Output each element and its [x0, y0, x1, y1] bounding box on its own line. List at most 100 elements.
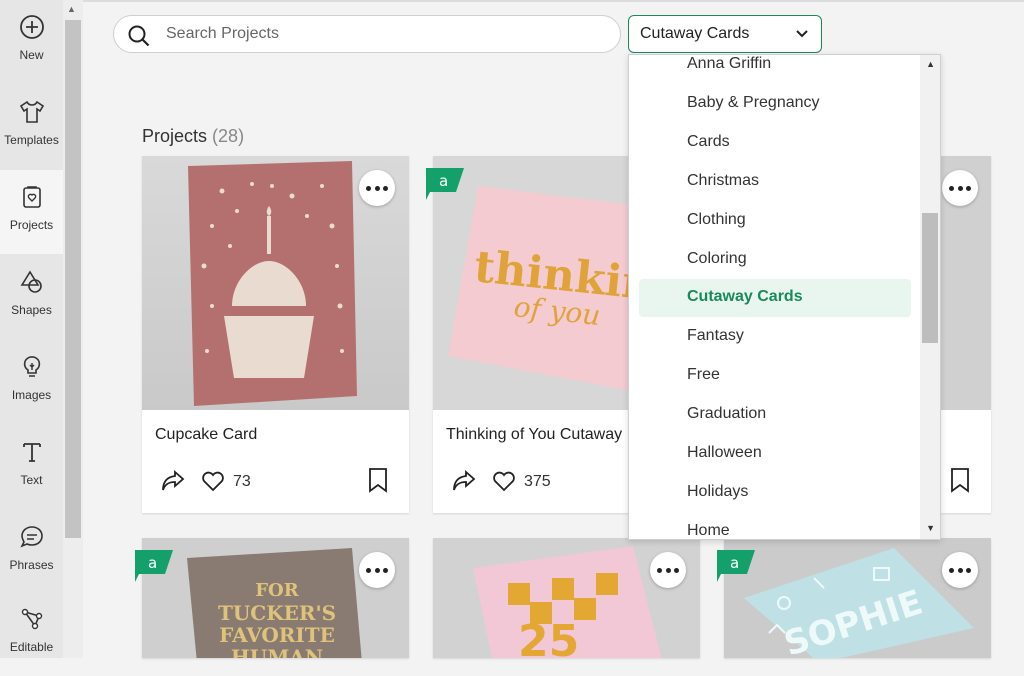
badge-icon: a — [135, 550, 173, 582]
shapes-icon — [20, 270, 42, 293]
category-option-label: Clothing — [687, 211, 746, 228]
text-label: Text — [20, 473, 43, 487]
chevron-down-icon — [796, 30, 808, 38]
category-option[interactable]: Free — [639, 357, 911, 395]
category-option-label: Cutaway Cards — [687, 288, 803, 305]
heart-icon[interactable] — [200, 469, 226, 493]
tucker-line-2: TUCKER'S — [218, 601, 336, 625]
category-option-label: Coloring — [687, 250, 747, 267]
dropdown-scrollbar-thumb[interactable] — [922, 213, 938, 343]
panel-scrollbar-thumb[interactable] — [65, 20, 81, 538]
projects-label: Projects — [9, 218, 54, 232]
category-option-label: Fantasy — [687, 327, 744, 344]
category-option-label: Cards — [687, 133, 730, 150]
heart-icon[interactable] — [491, 469, 517, 493]
category-option[interactable]: Baby & Pregnancy — [639, 85, 911, 123]
category-option[interactable]: Anna Griffin — [639, 55, 911, 84]
project-title[interactable]: Thinking of You Cutaway — [446, 426, 622, 444]
text-icon — [22, 443, 41, 462]
search-input[interactable] — [164, 24, 608, 44]
speech-bubble-icon — [19, 526, 43, 548]
projects-icon — [22, 186, 41, 208]
scroll-down-arrow-icon[interactable]: ▼ — [926, 523, 935, 533]
projects-button[interactable]: Projects — [0, 170, 63, 254]
more-options-button[interactable] — [359, 552, 395, 588]
scroll-up-arrow-icon[interactable]: ▲ — [926, 59, 935, 69]
project-title[interactable]: Cupcake Card — [155, 426, 257, 444]
more-options-button[interactable] — [942, 552, 978, 588]
projects-count: (28) — [212, 126, 245, 146]
badge-letter: a — [148, 554, 157, 572]
category-option-label: Free — [687, 366, 720, 383]
category-option[interactable]: Clothing — [639, 202, 911, 240]
bookmark-icon[interactable] — [949, 467, 971, 493]
like-count: 375 — [524, 473, 551, 490]
panel-scroll-up-icon[interactable]: ▲ — [67, 4, 76, 14]
search-icon — [128, 25, 150, 47]
category-option-label: Home — [687, 522, 730, 539]
more-options-button[interactable] — [359, 170, 395, 206]
bookmark-icon[interactable] — [367, 467, 389, 493]
new-label: New — [19, 48, 44, 62]
badge-icon: a — [717, 550, 755, 582]
more-options-button[interactable] — [650, 552, 686, 588]
more-options-button[interactable] — [942, 170, 978, 206]
plus-circle-icon — [19, 15, 44, 39]
new-button[interactable]: New — [0, 0, 63, 84]
badge-letter: a — [439, 172, 448, 190]
tucker-line-3: FAVORITE — [219, 623, 335, 647]
badge-icon: a — [426, 168, 464, 200]
project-card[interactable]: FOR TUCKER'S FAVORITE HUMAN a — [135, 538, 409, 658]
tucker-line-1: FOR — [255, 580, 299, 601]
shapes-label: Shapes — [11, 303, 52, 317]
lightbulb-icon — [23, 356, 40, 377]
phrases-button[interactable]: Phrases — [0, 510, 63, 594]
share-icon[interactable] — [160, 469, 186, 493]
category-option[interactable]: Fantasy — [639, 318, 911, 356]
templates-label: Templates — [4, 133, 59, 147]
like-count: 73 — [233, 473, 251, 490]
category-option[interactable]: Holidays — [639, 474, 911, 512]
number-art-text: 25 — [518, 616, 579, 658]
category-option[interactable]: Christmas — [639, 163, 911, 201]
projects-heading-label: Projects — [142, 126, 208, 146]
shapes-button[interactable]: Shapes — [0, 255, 63, 339]
category-option-label: Halloween — [687, 444, 762, 461]
left-toolbar: New Templates Projects Shapes Images Tex… — [0, 0, 63, 658]
category-option-label: Anna Griffin — [687, 55, 772, 72]
category-dropdown[interactable]: Anna Griffin Baby & Pregnancy Cards Chri… — [628, 54, 941, 540]
category-option-label: Holidays — [687, 483, 749, 500]
badge-letter: a — [730, 554, 739, 572]
search-box[interactable] — [113, 15, 621, 53]
access-badge: a — [135, 550, 173, 582]
images-button[interactable]: Images — [0, 340, 63, 424]
images-label: Images — [11, 388, 52, 402]
text-button[interactable]: Text — [0, 425, 63, 509]
phrases-label: Phrases — [9, 558, 54, 572]
category-option[interactable]: Cards — [639, 124, 911, 162]
projects-heading: Projects (28) — [142, 126, 244, 147]
top-divider — [83, 0, 1024, 2]
access-badge: a — [426, 168, 464, 200]
category-option[interactable]: Graduation — [639, 396, 911, 434]
project-card[interactable]: 25 — [433, 538, 700, 658]
editable-label: Editable — [9, 640, 54, 654]
project-card[interactable]: SOPHIE a — [717, 538, 991, 658]
editable-icon — [21, 608, 42, 630]
tucker-line-4: HUMAN — [231, 645, 323, 658]
category-option-label: Baby & Pregnancy — [687, 94, 820, 111]
templates-button[interactable]: Templates — [0, 85, 63, 169]
tshirt-icon — [19, 100, 44, 123]
category-option-selected[interactable]: Cutaway Cards — [639, 279, 911, 317]
editable-button[interactable]: Editable — [0, 592, 63, 676]
category-option-label: Christmas — [687, 172, 760, 189]
access-badge: a — [717, 550, 755, 582]
category-select[interactable]: Cutaway Cards — [628, 15, 822, 53]
share-icon[interactable] — [451, 469, 477, 493]
category-option-label: Graduation — [687, 405, 767, 422]
category-option[interactable]: Halloween — [639, 435, 911, 473]
category-option[interactable]: Home — [639, 513, 911, 539]
category-select-value: Cutaway Cards — [640, 25, 750, 42]
project-card[interactable]: Cupcake Card 73 — [142, 156, 409, 513]
category-option[interactable]: Coloring — [639, 241, 911, 279]
